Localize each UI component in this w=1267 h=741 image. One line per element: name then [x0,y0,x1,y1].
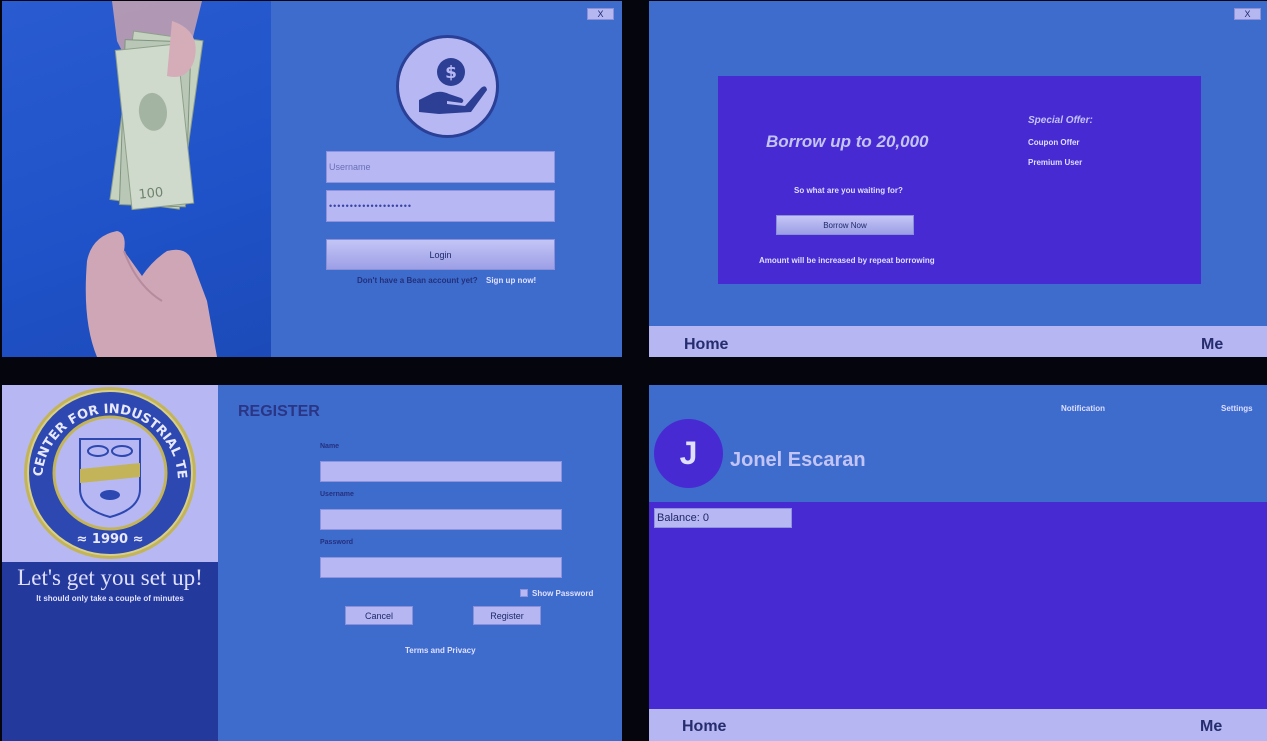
borrow-subline: So what are you waiting for? [794,186,903,195]
notification-link[interactable]: Notification [1061,404,1105,413]
signup-link[interactable]: Sign up now! [486,276,536,285]
borrow-headline: Borrow up to 20,000 [766,132,929,151]
svg-text:≈ 1990 ≈: ≈ 1990 ≈ [76,532,143,547]
dollar-hand-icon: $ [396,35,499,138]
profile-window: Notification Settings J Jonel Escaran Ba… [649,385,1267,741]
nav-home[interactable]: Home [684,336,728,354]
bottom-nav: Home Me [649,326,1267,357]
money-handoff-image: 100 100 [2,1,271,357]
register-button[interactable]: Register [473,606,541,625]
password-label: Password [320,539,354,546]
special-offer-title: Special Offer: [1028,115,1093,126]
login-button[interactable]: Login [326,239,555,270]
password-input[interactable]: •••••••••••••••••••• [326,190,555,222]
user-name: Jonel Escaran [730,449,866,471]
institution-seal-logo: CENTER FOR INDUSTRIAL TECHNOLOGY AND ENT… [2,385,196,559]
svg-text:100: 100 [138,185,164,203]
no-account-text: Don't have a Bean account yet? [357,276,478,285]
login-window: 100 100 X $ Username •••••••••••••••••••… [2,1,622,357]
close-button[interactable]: X [587,8,614,20]
name-label: Name [320,443,340,450]
nav-home[interactable]: Home [682,718,726,736]
register-subtagline: It should only take a couple of minutes [36,594,184,603]
cancel-button[interactable]: Cancel [345,606,413,625]
offer-item[interactable]: Coupon Offer [1028,138,1080,147]
balance-field[interactable]: Balance: 0 [654,508,792,528]
borrow-card: Borrow up to 20,000 So what are you wait… [718,76,1201,284]
username-input[interactable] [320,509,562,530]
seal-area: CENTER FOR INDUSTRIAL TECHNOLOGY AND ENT… [2,385,218,562]
username-input[interactable]: Username [326,151,555,183]
home-window: X Borrow up to 20,000 So what are you wa… [649,1,1267,357]
register-window: CENTER FOR INDUSTRIAL TECHNOLOGY AND ENT… [2,385,622,741]
register-title: REGISTER [238,403,320,420]
borrow-now-button[interactable]: Borrow Now [776,215,914,235]
show-password-checkbox[interactable] [520,589,528,597]
borrow-footnote: Amount will be increased by repeat borro… [759,256,935,265]
bottom-nav: Home Me [649,709,1267,741]
close-button[interactable]: X [1234,8,1261,20]
nav-me[interactable]: Me [1200,718,1222,736]
show-password-label: Show Password [532,589,594,598]
svg-text:$: $ [445,63,457,83]
settings-link[interactable]: Settings [1221,404,1253,413]
balance-area: Balance: 0 [649,502,1267,709]
password-input[interactable] [320,557,562,578]
avatar: J [654,419,723,488]
nav-me[interactable]: Me [1201,336,1223,354]
username-label: Username [320,491,354,498]
register-tagline: Let's get you set up! [17,565,203,590]
offer-item[interactable]: Premium User [1028,158,1082,167]
terms-link[interactable]: Terms and Privacy [405,646,476,655]
name-input[interactable] [320,461,562,482]
